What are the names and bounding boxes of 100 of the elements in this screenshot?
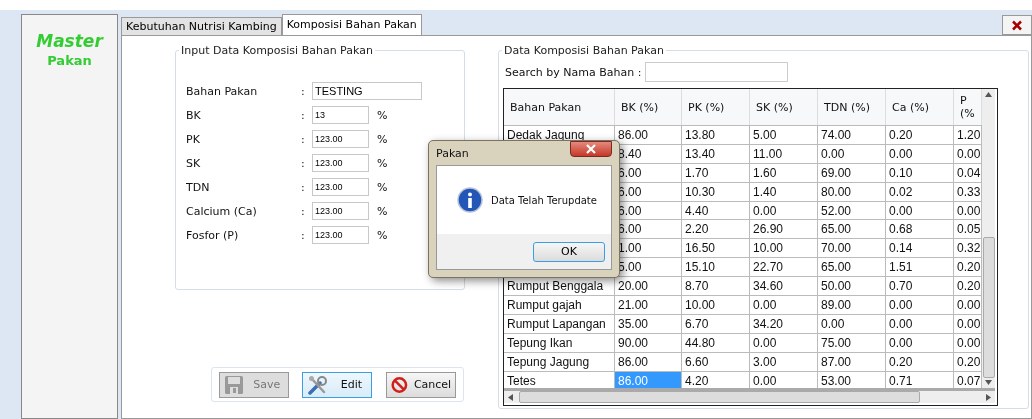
table-cell: 0.00 [750,333,818,353]
table-cell: 0.70 [886,277,954,296]
sidebar-title: Master [36,31,103,51]
table-cell: 70.00 [818,239,886,259]
table-cell: 52.00 [818,201,886,221]
unit-label: % [377,228,388,242]
column-header[interactable]: TDN (%) [818,89,886,125]
table-cell: 22.70 [750,258,818,278]
field-label: Bahan Pakan [186,84,259,98]
table-cell: 1.51 [886,258,954,278]
table-cell: Tepung Jagung [504,352,615,372]
table-cell: 2.20 [682,220,750,240]
edit-button[interactable]: Edit [302,371,373,398]
input-field[interactable]: 123.00 [312,130,369,148]
search-label: Search by Nama Bahan : [505,65,642,79]
table-cell: 1.70 [682,163,750,183]
table-cell: 0.00 [886,314,954,334]
table-cell: 75.00 [818,333,886,353]
table-cell: Rumput Lapangan [504,314,615,334]
table-cell: 13.80 [682,126,750,145]
table-cell: 0.68 [886,220,954,240]
table-cell: 90.00 [615,333,682,353]
colon: : [301,204,306,218]
column-header[interactable]: PK (%) [682,89,750,125]
field-label: BK [186,108,202,122]
scroll-left-arrow-icon[interactable] [508,393,513,401]
table-cell: 11.00 [750,144,818,164]
table-cell: 0.02 [886,182,954,202]
ok-button[interactable]: OK [533,241,605,262]
colon: : [301,180,306,194]
table-cell: 6.60 [682,352,750,372]
field-label: Fosfor (P) [186,228,240,242]
vertical-scrollbar[interactable] [982,89,995,388]
unit-label: % [377,132,388,146]
input-field[interactable]: 123.00 [312,154,369,172]
table-cell: 50.00 [818,277,886,296]
table-cell: 4.40 [682,201,750,221]
input-field[interactable]: 123.00 [312,202,369,220]
table-cell: 0.00 [886,144,954,164]
column-header[interactable]: Ca (%) [886,89,954,125]
close-icon [1011,19,1023,31]
colon: : [301,108,306,122]
colon: : [301,84,306,98]
table-cell: 80.00 [818,182,886,202]
table-cell: 1.40 [750,182,818,202]
unit-label: % [377,180,388,194]
table-cell: 5.00 [750,126,818,145]
unit-label: % [377,204,388,218]
table-cell: 13.40 [682,144,750,164]
close-button[interactable] [1002,15,1032,35]
field-label: SK [186,156,202,170]
cancel-button[interactable]: Cancel [386,371,457,398]
table-cell: 1.60 [750,163,818,183]
table-cell: 26.90 [750,220,818,240]
colon: : [301,228,306,242]
table-cell: 8.70 [682,277,750,296]
field-label: TDN [186,180,211,194]
horizontal-scrollbar[interactable] [504,388,995,403]
close-button[interactable] [570,141,612,157]
table-cell: 0.00 [818,144,886,164]
table-cell: 0.14 [886,239,954,259]
input-field[interactable]: TESTING [312,82,422,100]
table-cell: 16.50 [682,239,750,259]
floppy-icon [223,374,244,395]
info-icon [457,187,483,213]
table-cell: 10.30 [682,182,750,202]
table-cell: 21.00 [615,296,682,315]
tab[interactable]: Kebutuhan Nutrisi Kambing [121,17,282,35]
sidebar-subtitle: Pakan [47,53,92,68]
table-cell: 0.00 [750,201,818,221]
colon: : [301,156,306,170]
table-cell: 87.00 [818,352,886,372]
unit-label: % [377,156,388,170]
tab[interactable]: Komposisi Bahan Pakan [281,14,422,35]
table-cell: 0.00 [750,296,818,315]
table-cell: 20.00 [615,277,682,296]
table-cell: 3.00 [750,352,818,372]
table-cell: Rumput gajah [504,296,615,315]
scroll-right-arrow-icon[interactable] [986,393,991,401]
table-cell: 0.20 [886,126,954,145]
table-cell: 0.10 [886,163,954,183]
input-field[interactable]: 123.00 [312,226,369,244]
table-cell: Tepung Ikan [504,333,615,353]
unit-label: % [377,108,388,122]
column-header[interactable]: BK (%) [615,89,682,125]
table-cell: 69.00 [818,163,886,183]
close-icon [585,144,597,154]
scroll-up-arrow-icon[interactable] [985,92,992,97]
table-cell: 0.20 [886,352,954,372]
table-cell: 15.10 [682,258,750,278]
column-header[interactable]: SK (%) [750,89,818,125]
table-cell: 86.00 [615,352,682,372]
table-cell: 74.00 [818,126,886,145]
column-header[interactable]: Bahan Pakan [504,89,615,125]
search-field[interactable] [645,62,789,82]
scroll-down-arrow-icon[interactable] [985,380,992,385]
input-field[interactable]: 123.00 [312,178,369,196]
table-cell: 89.00 [818,296,886,315]
no-entry-icon [391,374,408,395]
input-field[interactable]: 13 [312,106,369,124]
